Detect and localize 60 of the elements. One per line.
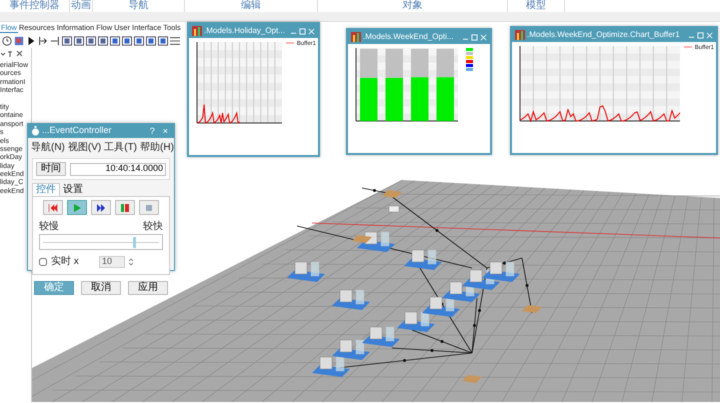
tab[interactable]: 设置 (60, 183, 86, 196)
tab[interactable]: 控件 (32, 183, 60, 196)
play-icon (26, 36, 36, 46)
slow-label: 较慢 (39, 220, 59, 234)
window-title: .Models.Holiday_Opt... (204, 25, 286, 37)
maximize-icon (697, 32, 704, 38)
maximize-icon (471, 34, 478, 40)
chart-app-icon (351, 32, 361, 42)
clock-icon (2, 36, 12, 46)
machine-station (362, 326, 400, 347)
pallet (352, 235, 372, 243)
machine-station (482, 262, 520, 282)
pallet (522, 305, 542, 313)
time-field[interactable]: 10:40:14.0000 (70, 162, 166, 176)
machine-station (332, 340, 370, 360)
playback-button[interactable] (43, 200, 63, 215)
chart-app-icon (515, 30, 525, 40)
menu-item[interactable]: 工具(T) (104, 140, 138, 155)
step-icon (38, 36, 48, 46)
fast-forward-icon (96, 202, 106, 212)
slider-thumb[interactable] (133, 237, 136, 248)
maximize-icon (299, 28, 306, 34)
pause-icon (144, 202, 154, 212)
playback-button[interactable] (115, 200, 135, 215)
close-icon (706, 32, 713, 38)
panel-controls-icon (1, 50, 23, 58)
small-box (388, 206, 400, 212)
machine-station (397, 312, 435, 332)
play-icon (72, 202, 82, 212)
menu-item[interactable]: 导航(N) (31, 140, 65, 155)
network-icon (14, 36, 24, 46)
realtime-label: 实时 x (51, 254, 80, 269)
chart-app-icon (192, 26, 202, 36)
menu-item[interactable]: 帮助(H) (140, 140, 174, 155)
window-title: .Models.WeekEnd_Opti... (363, 31, 455, 43)
spinner-icon (129, 258, 133, 266)
lines-icon (170, 36, 180, 46)
time-button[interactable]: 时间 (36, 162, 66, 176)
dialog-title: ...EventController (42, 124, 113, 138)
playback-button[interactable] (91, 200, 111, 215)
pallet (462, 375, 482, 383)
machine-station (404, 250, 442, 270)
speed-slider[interactable] (39, 234, 163, 250)
machine-station (312, 356, 350, 377)
menu-item[interactable]: 视图(V) (68, 140, 102, 155)
step-end-icon (50, 36, 60, 46)
pallet (382, 190, 402, 198)
dialog-button[interactable]: 应用 (128, 281, 168, 295)
close-icon (308, 28, 315, 34)
window-title: .Models.WeekEnd_Optimize.Chart_Buffer1 (527, 29, 681, 41)
reset-icon (48, 202, 58, 212)
close-icon (480, 34, 487, 40)
machine-station (287, 262, 325, 282)
fast-label: 较快 (143, 220, 163, 234)
machine-station (422, 296, 460, 317)
stopwatch-icon (31, 126, 40, 136)
machine-station (332, 290, 370, 310)
stop-icon (120, 202, 130, 212)
dialog-button[interactable]: 取消 (81, 281, 121, 295)
data-line (196, 104, 240, 124)
